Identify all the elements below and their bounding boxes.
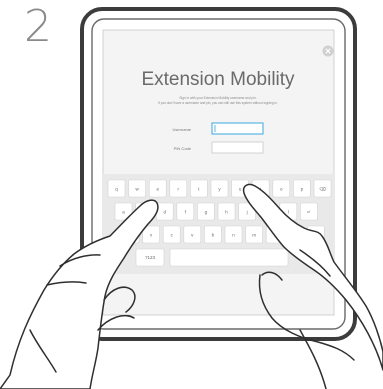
tablet-illustration: Extension Mobility Sign in with your Ext… [0, 7, 383, 389]
key-0-3[interactable]: r [169, 179, 188, 198]
key-0-9[interactable]: p [293, 179, 311, 198]
key-0-4[interactable]: t [190, 179, 208, 198]
key-1-5[interactable]: h [217, 202, 236, 221]
key-0-2[interactable]: e [148, 179, 167, 198]
key-label: m [252, 232, 256, 237]
key-0-0[interactable]: q [107, 179, 126, 198]
screen-subtitle-2: If you don't have a username and pin, yo… [158, 101, 278, 105]
key-0-5[interactable]: y [210, 179, 229, 198]
key-1-2[interactable]: d [155, 202, 174, 221]
key-space[interactable] [169, 248, 289, 267]
key-label: ?123 [145, 255, 156, 260]
key-2-3[interactable]: v [183, 225, 202, 244]
key-label: j [246, 209, 248, 214]
key-0-8[interactable]: o [272, 179, 291, 198]
key-2-6[interactable]: m [245, 225, 263, 244]
key-label: l [288, 209, 289, 214]
username-field[interactable] [211, 122, 264, 135]
key-2-4[interactable]: b [204, 225, 222, 244]
key-1-3[interactable]: f [176, 202, 195, 221]
key-symbols[interactable]: ?123 [135, 248, 165, 267]
screen-title: Extension Mobility [141, 69, 295, 90]
key-1-9[interactable]: ↵ [300, 202, 318, 221]
key-0-10[interactable]: ⌫ [313, 179, 332, 198]
key-label: ⌫ [319, 186, 326, 191]
screen-subtitle-1: Sign in with your Extension Mobility use… [179, 96, 256, 100]
username-label: Username [173, 127, 192, 132]
key-0-1[interactable]: w [128, 179, 146, 198]
key-label: ↵ [307, 209, 311, 214]
tablet-screen: Extension Mobility Sign in with your Ext… [102, 29, 335, 316]
pin-field[interactable] [211, 141, 264, 154]
key-2-2[interactable]: c [162, 225, 181, 244]
close-button[interactable] [322, 45, 334, 57]
key-1-4[interactable]: g [197, 202, 215, 221]
key-2-5[interactable]: n [224, 225, 243, 244]
pin-label: PIN Code [174, 146, 192, 151]
